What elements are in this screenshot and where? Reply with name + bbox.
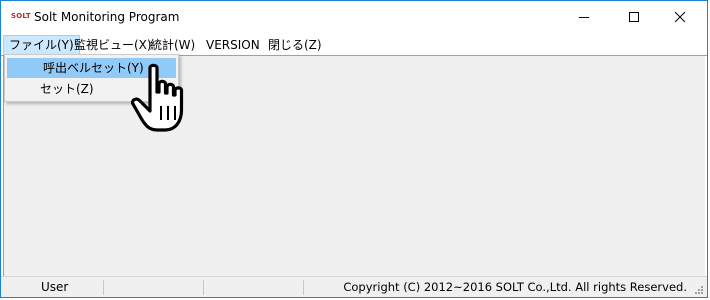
menu-close[interactable]: 閉じる(Z) [263,35,327,55]
title-bar[interactable]: SOLT Solt Monitoring Program [1,1,707,35]
close-icon [674,11,686,23]
status-separator [103,280,104,295]
app-window: SOLT Solt Monitoring Program ファイル(Y) 監視ビ… [0,0,708,298]
maximize-button[interactable] [611,1,657,33]
menu-version[interactable]: VERSION [201,35,265,55]
status-separator [303,280,304,295]
window-title: Solt Monitoring Program [34,10,180,24]
hand-pointer-icon [130,63,184,132]
menu-monitor-view[interactable]: 監視ビュー(X) [69,35,157,55]
minimize-button[interactable] [561,1,607,33]
menu-bar: ファイル(Y) 監視ビュー(X) 統計(W) VERSION 閉じる(Z) [1,35,707,56]
solt-logo-icon: SOLT [11,12,31,20]
minimize-icon [579,17,589,18]
status-bar: User Copyright (C) 2012~2016 SOLT Co.,Lt… [1,276,707,297]
menu-statistics[interactable]: 統計(W) [145,35,200,55]
close-button[interactable] [657,1,703,33]
resize-grip-icon[interactable] [692,283,704,295]
status-user: User [41,280,69,294]
status-separator [203,280,204,295]
status-copyright: Copyright (C) 2012~2016 SOLT Co.,Ltd. Al… [343,280,687,294]
maximize-icon [629,12,639,22]
